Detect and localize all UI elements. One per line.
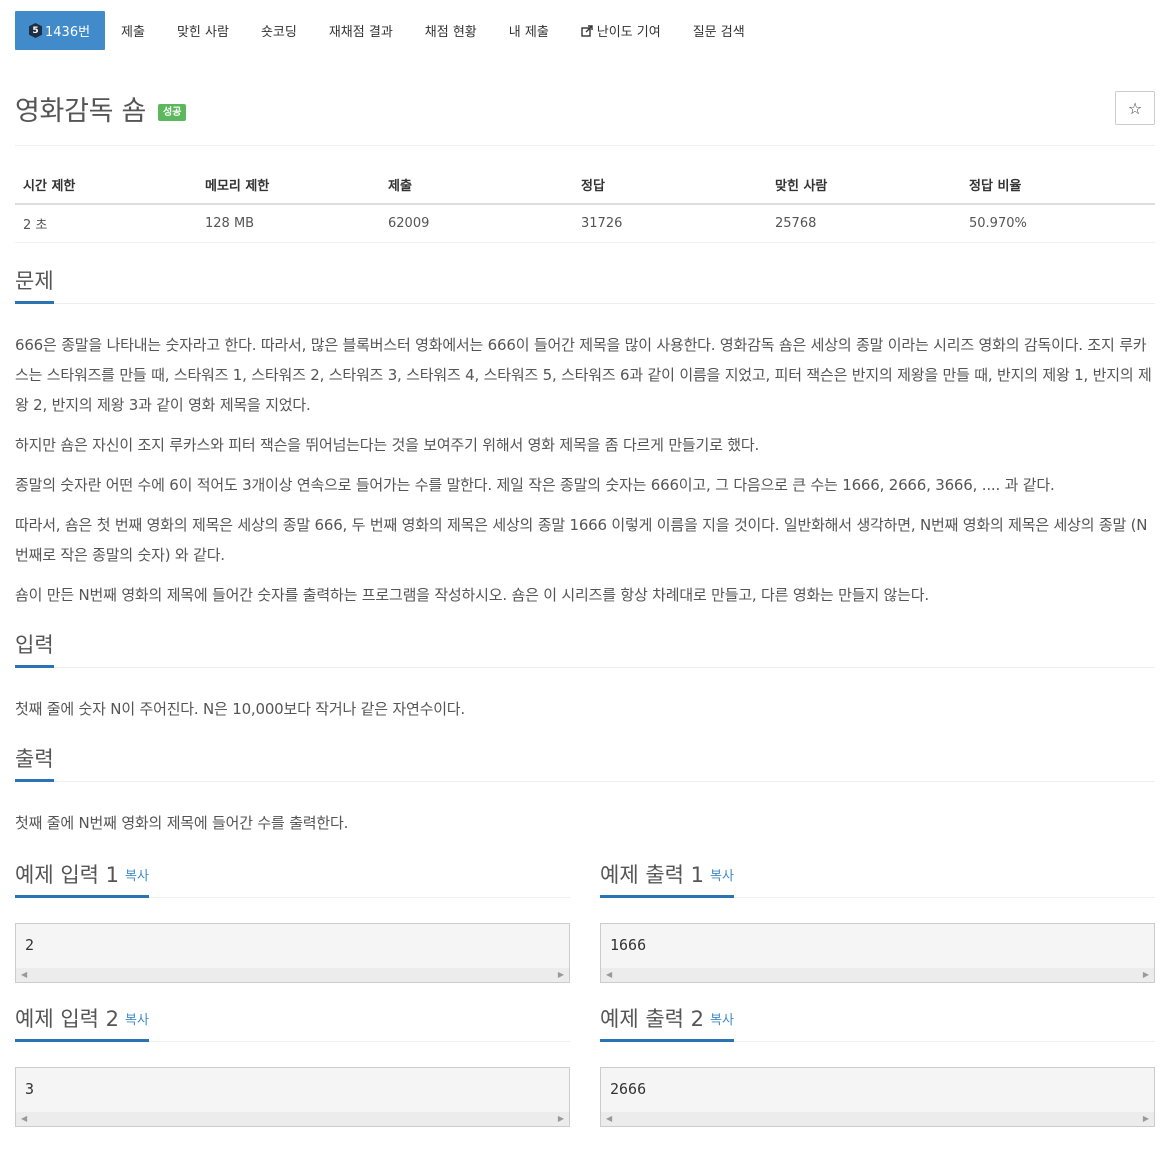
title-row: 영화감독 숌 성공 ☆ <box>15 88 1155 146</box>
sample-output-2-heading: 예제 출력 2 복사 <box>600 1006 1155 1042</box>
input-description: 첫째 줄에 숫자 N이 주어진다. N은 10,000보다 작거나 같은 자연수… <box>15 700 465 718</box>
nav-difficulty-contribution[interactable]: 난이도 기여 <box>565 11 677 50</box>
nav-question-search[interactable]: 질문 검색 <box>677 11 761 50</box>
output-heading: 출력 <box>15 746 54 782</box>
nav-problem-number-label: 1436번 <box>45 25 91 40</box>
problem-description-p2: 하지만 숌은 자신이 조지 루카스와 피터 잭슨을 뛰어넘는다는 것을 보여주기… <box>15 436 760 454</box>
scroll-left-icon[interactable]: ◀ <box>21 1115 27 1123</box>
scroll-right-icon[interactable]: ▶ <box>558 1115 564 1123</box>
sample-input-1-heading: 예제 입력 1 복사 <box>15 862 570 898</box>
output-description: 첫째 줄에 N번째 영화의 제목에 들어간 수를 출력한다. <box>15 814 349 832</box>
nav-rejudge-results[interactable]: 재채점 결과 <box>313 11 409 50</box>
page-title: 영화감독 숌 <box>15 96 146 127</box>
sample-output-2-title: 예제 출력 2 복사 <box>600 1006 734 1042</box>
sample-output-1-box: 1666 ◀ ▶ <box>600 923 1155 983</box>
scroll-left-icon[interactable]: ◀ <box>606 971 612 979</box>
input-section-heading: 입력 <box>15 632 1155 668</box>
header-solvers: 맞힌 사람 <box>767 166 961 205</box>
scroll-right-icon[interactable]: ▶ <box>1143 971 1149 979</box>
sample-input-1-code: 2 <box>25 936 35 954</box>
problem-description-p1: 666은 종말을 나타내는 숫자라고 한다. 따라서, 많은 블록버스터 영화에… <box>15 336 1152 414</box>
sample-output-2-code: 2666 <box>610 1080 647 1098</box>
nav-submit[interactable]: 제출 <box>105 11 161 50</box>
input-heading: 입력 <box>15 632 54 668</box>
nav-short-coding[interactable]: 숏코딩 <box>245 11 313 50</box>
nav-judge-status[interactable]: 채점 현황 <box>409 11 493 50</box>
copy-sample-output-1-button[interactable]: 복사 <box>710 869 734 884</box>
nav-my-submissions[interactable]: 내 제출 <box>493 11 565 50</box>
table-header-row: 시간 제한 메모리 제한 제출 정답 맞힌 사람 정답 비율 <box>15 166 1155 205</box>
nav-solvers[interactable]: 맞힌 사람 <box>161 11 245 50</box>
problem-description-p4: 따라서, 숌은 첫 번째 영화의 제목은 세상의 종말 666, 두 번째 영화… <box>15 516 1148 564</box>
problem-info-table: 시간 제한 메모리 제한 제출 정답 맞힌 사람 정답 비율 2 초 128 M… <box>15 166 1155 243</box>
sample-output-1-heading: 예제 출력 1 복사 <box>600 862 1155 898</box>
sample-input-2-title: 예제 입력 2 복사 <box>15 1006 149 1042</box>
problem-section-heading: 문제 <box>15 268 1155 304</box>
header-memory-limit: 메모리 제한 <box>197 166 380 205</box>
scroll-right-icon[interactable]: ▶ <box>1143 1115 1149 1123</box>
nav-difficulty-label: 난이도 기여 <box>596 25 661 40</box>
header-time-limit: 시간 제한 <box>15 166 197 205</box>
scroll-left-icon[interactable]: ◀ <box>21 971 27 979</box>
sample-output-2-box: 2666 ◀ ▶ <box>600 1067 1155 1127</box>
header-accepted: 정답 <box>573 166 767 205</box>
external-link-icon <box>581 24 593 37</box>
sample-input-1-title: 예제 입력 1 복사 <box>15 862 149 898</box>
horizontal-scrollbar[interactable]: ◀ ▶ <box>16 1112 569 1126</box>
sample-input-2-heading: 예제 입력 2 복사 <box>15 1006 570 1042</box>
value-accepted: 31726 <box>573 204 767 243</box>
problem-page: 5 1436번 제출 맞힌 사람 숏코딩 재채점 결과 채점 현황 내 제출 난… <box>0 0 1163 1153</box>
star-icon: ☆ <box>1127 98 1143 118</box>
sample-input-1-label: 예제 입력 1 <box>15 863 119 887</box>
sample-output-1-label: 예제 출력 1 <box>600 863 704 887</box>
value-memory-limit: 128 MB <box>197 204 380 243</box>
sample-input-2-label: 예제 입력 2 <box>15 1007 119 1031</box>
value-time-limit: 2 초 <box>15 204 197 243</box>
value-solvers: 25768 <box>767 204 961 243</box>
copy-sample-input-2-button[interactable]: 복사 <box>125 1013 149 1028</box>
status-badge: 성공 <box>158 104 187 121</box>
horizontal-scrollbar[interactable]: ◀ ▶ <box>16 968 569 982</box>
sample-input-2-box: 3 ◀ ▶ <box>15 1067 570 1127</box>
header-submissions: 제출 <box>380 166 573 205</box>
favorite-star-button[interactable]: ☆ <box>1115 91 1155 125</box>
copy-sample-input-1-button[interactable]: 복사 <box>125 869 149 884</box>
tier-badge-icon: 5 <box>29 23 42 38</box>
scroll-right-icon[interactable]: ▶ <box>558 971 564 979</box>
nav-problem-number[interactable]: 5 1436번 <box>15 11 106 50</box>
sample-input-2-code: 3 <box>25 1080 35 1098</box>
sample-output-1-title: 예제 출력 1 복사 <box>600 862 734 898</box>
problem-heading: 문제 <box>15 268 54 304</box>
table-row: 2 초 128 MB 62009 31726 25768 50.970% <box>15 204 1155 243</box>
problem-description-p5: 숌이 만든 N번째 영화의 제목에 들어간 숫자를 출력하는 프로그램을 작성하… <box>15 586 929 604</box>
header-accept-ratio: 정답 비율 <box>961 166 1155 205</box>
horizontal-scrollbar[interactable]: ◀ ▶ <box>601 1112 1154 1126</box>
problem-nav: 5 1436번 제출 맞힌 사람 숏코딩 재채점 결과 채점 현황 내 제출 난… <box>15 11 761 50</box>
value-submissions: 62009 <box>380 204 573 243</box>
horizontal-scrollbar[interactable]: ◀ ▶ <box>601 968 1154 982</box>
sample-input-1-box: 2 ◀ ▶ <box>15 923 570 983</box>
sample-output-1-code: 1666 <box>610 936 647 954</box>
sample-output-2-label: 예제 출력 2 <box>600 1007 704 1031</box>
value-accept-ratio: 50.970% <box>961 204 1155 243</box>
scroll-left-icon[interactable]: ◀ <box>606 1115 612 1123</box>
copy-sample-output-2-button[interactable]: 복사 <box>710 1013 734 1028</box>
output-section-heading: 출력 <box>15 746 1155 782</box>
problem-description-p3: 종말의 숫자란 어떤 수에 6이 적어도 3개이상 연속으로 들어가는 수를 말… <box>15 476 1055 494</box>
